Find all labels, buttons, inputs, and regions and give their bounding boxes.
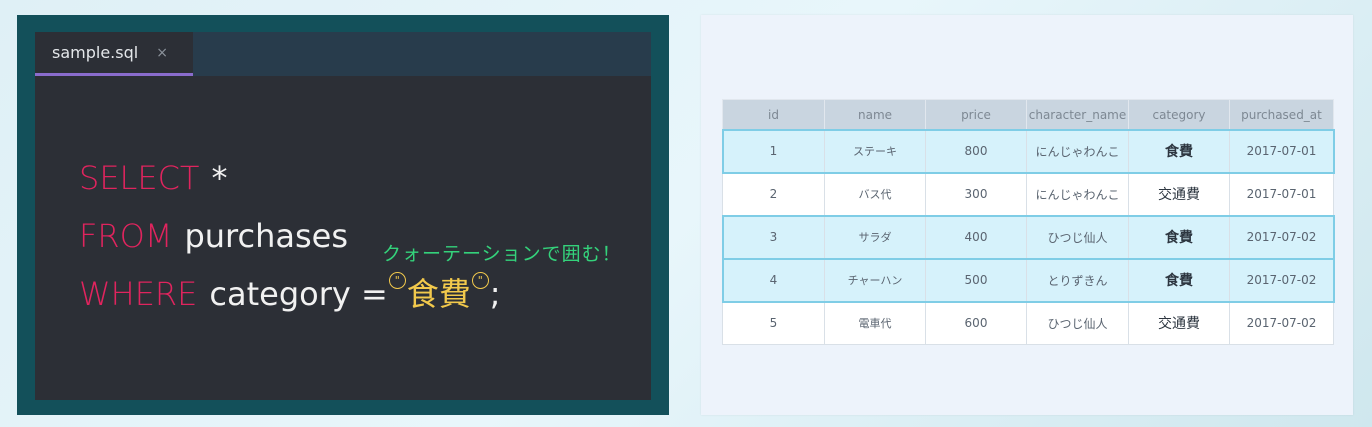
cell-character-name: とりずきん [1026, 258, 1129, 302]
result-table: id name price character_name category pu… [721, 99, 1335, 345]
column-header-price: price [925, 99, 1027, 130]
keyword-from: FROM [79, 217, 173, 255]
cell-price: 500 [925, 258, 1027, 302]
table-row: 2 バス代 300 にんじゃわんこ 交通費 2017-07-01 [722, 172, 1334, 216]
cell-purchased-at: 2017-07-02 [1229, 301, 1334, 345]
code-line-select: SELECT * [79, 149, 501, 207]
code-line-where: WHERE category = " 食費 " ; [79, 265, 501, 323]
cell-id: 5 [722, 301, 825, 345]
where-condition: category = [209, 275, 388, 313]
cell-character-name: ひつじ仙人 [1026, 301, 1129, 345]
cell-name: 電車代 [824, 301, 926, 345]
statement-end: ; [489, 275, 501, 313]
cell-purchased-at: 2017-07-02 [1229, 258, 1334, 302]
cell-price: 300 [925, 172, 1027, 216]
column-header-name: name [824, 99, 926, 130]
table-row: 5 電車代 600 ひつじ仙人 交通費 2017-07-02 [722, 301, 1334, 345]
cell-category: 交通費 [1128, 172, 1230, 216]
code-editor[interactable]: sample.sql × SELECT * FROM purchases WHE… [35, 32, 651, 400]
cell-character-name: ひつじ仙人 [1026, 215, 1129, 259]
column-header-character-name: character_name [1026, 99, 1129, 130]
close-icon[interactable]: × [156, 45, 168, 61]
editor-frame: sample.sql × SELECT * FROM purchases WHE… [17, 15, 669, 415]
cell-id: 4 [722, 258, 825, 302]
result-panel: id name price character_name category pu… [701, 15, 1353, 415]
string-literal: 食費 [406, 275, 471, 313]
cell-character-name: にんじゃわんこ [1026, 129, 1129, 173]
quote-close-marker: " [471, 271, 489, 289]
cell-name: ステーキ [824, 129, 926, 173]
column-header-purchased-at: purchased_at [1229, 99, 1334, 130]
column-header-id: id [722, 99, 825, 130]
tab-sample-sql[interactable]: sample.sql × [35, 32, 193, 76]
cell-price: 600 [925, 301, 1027, 345]
cell-price: 400 [925, 215, 1027, 259]
cell-name: バス代 [824, 172, 926, 216]
cell-purchased-at: 2017-07-01 [1229, 172, 1334, 216]
cell-category: 食費 [1128, 129, 1230, 173]
cell-category: 交通費 [1128, 301, 1230, 345]
table-name: purchases [184, 217, 348, 255]
cell-price: 800 [925, 129, 1027, 173]
cell-name: チャーハン [824, 258, 926, 302]
table-header-row: id name price character_name category pu… [722, 99, 1334, 130]
tab-bar: sample.sql × [35, 32, 651, 76]
cell-purchased-at: 2017-07-01 [1229, 129, 1334, 173]
select-star: * [211, 159, 228, 197]
quote-annotation: クォーテーションで囲む！ [382, 243, 622, 265]
cell-purchased-at: 2017-07-02 [1229, 215, 1334, 259]
table-row: 1 ステーキ 800 にんじゃわんこ 食費 2017-07-01 [721, 128, 1335, 174]
column-header-category: category [1128, 99, 1230, 130]
table-row: 3 サラダ 400 ひつじ仙人 食費 2017-07-02 [721, 214, 1335, 260]
code-body: SELECT * FROM purchases WHERE category =… [79, 149, 501, 323]
cell-character-name: にんじゃわんこ [1026, 172, 1129, 216]
cell-id: 1 [722, 129, 825, 173]
cell-name: サラダ [824, 215, 926, 259]
cell-category: 食費 [1128, 215, 1230, 259]
keyword-select: SELECT [79, 159, 200, 197]
cell-id: 2 [722, 172, 825, 216]
table-row: 4 チャーハン 500 とりずきん 食費 2017-07-02 [721, 257, 1335, 303]
cell-id: 3 [722, 215, 825, 259]
quote-open-marker: " [388, 271, 406, 289]
tab-label: sample.sql [52, 43, 139, 62]
cell-category: 食費 [1128, 258, 1230, 302]
keyword-where: WHERE [79, 275, 198, 313]
